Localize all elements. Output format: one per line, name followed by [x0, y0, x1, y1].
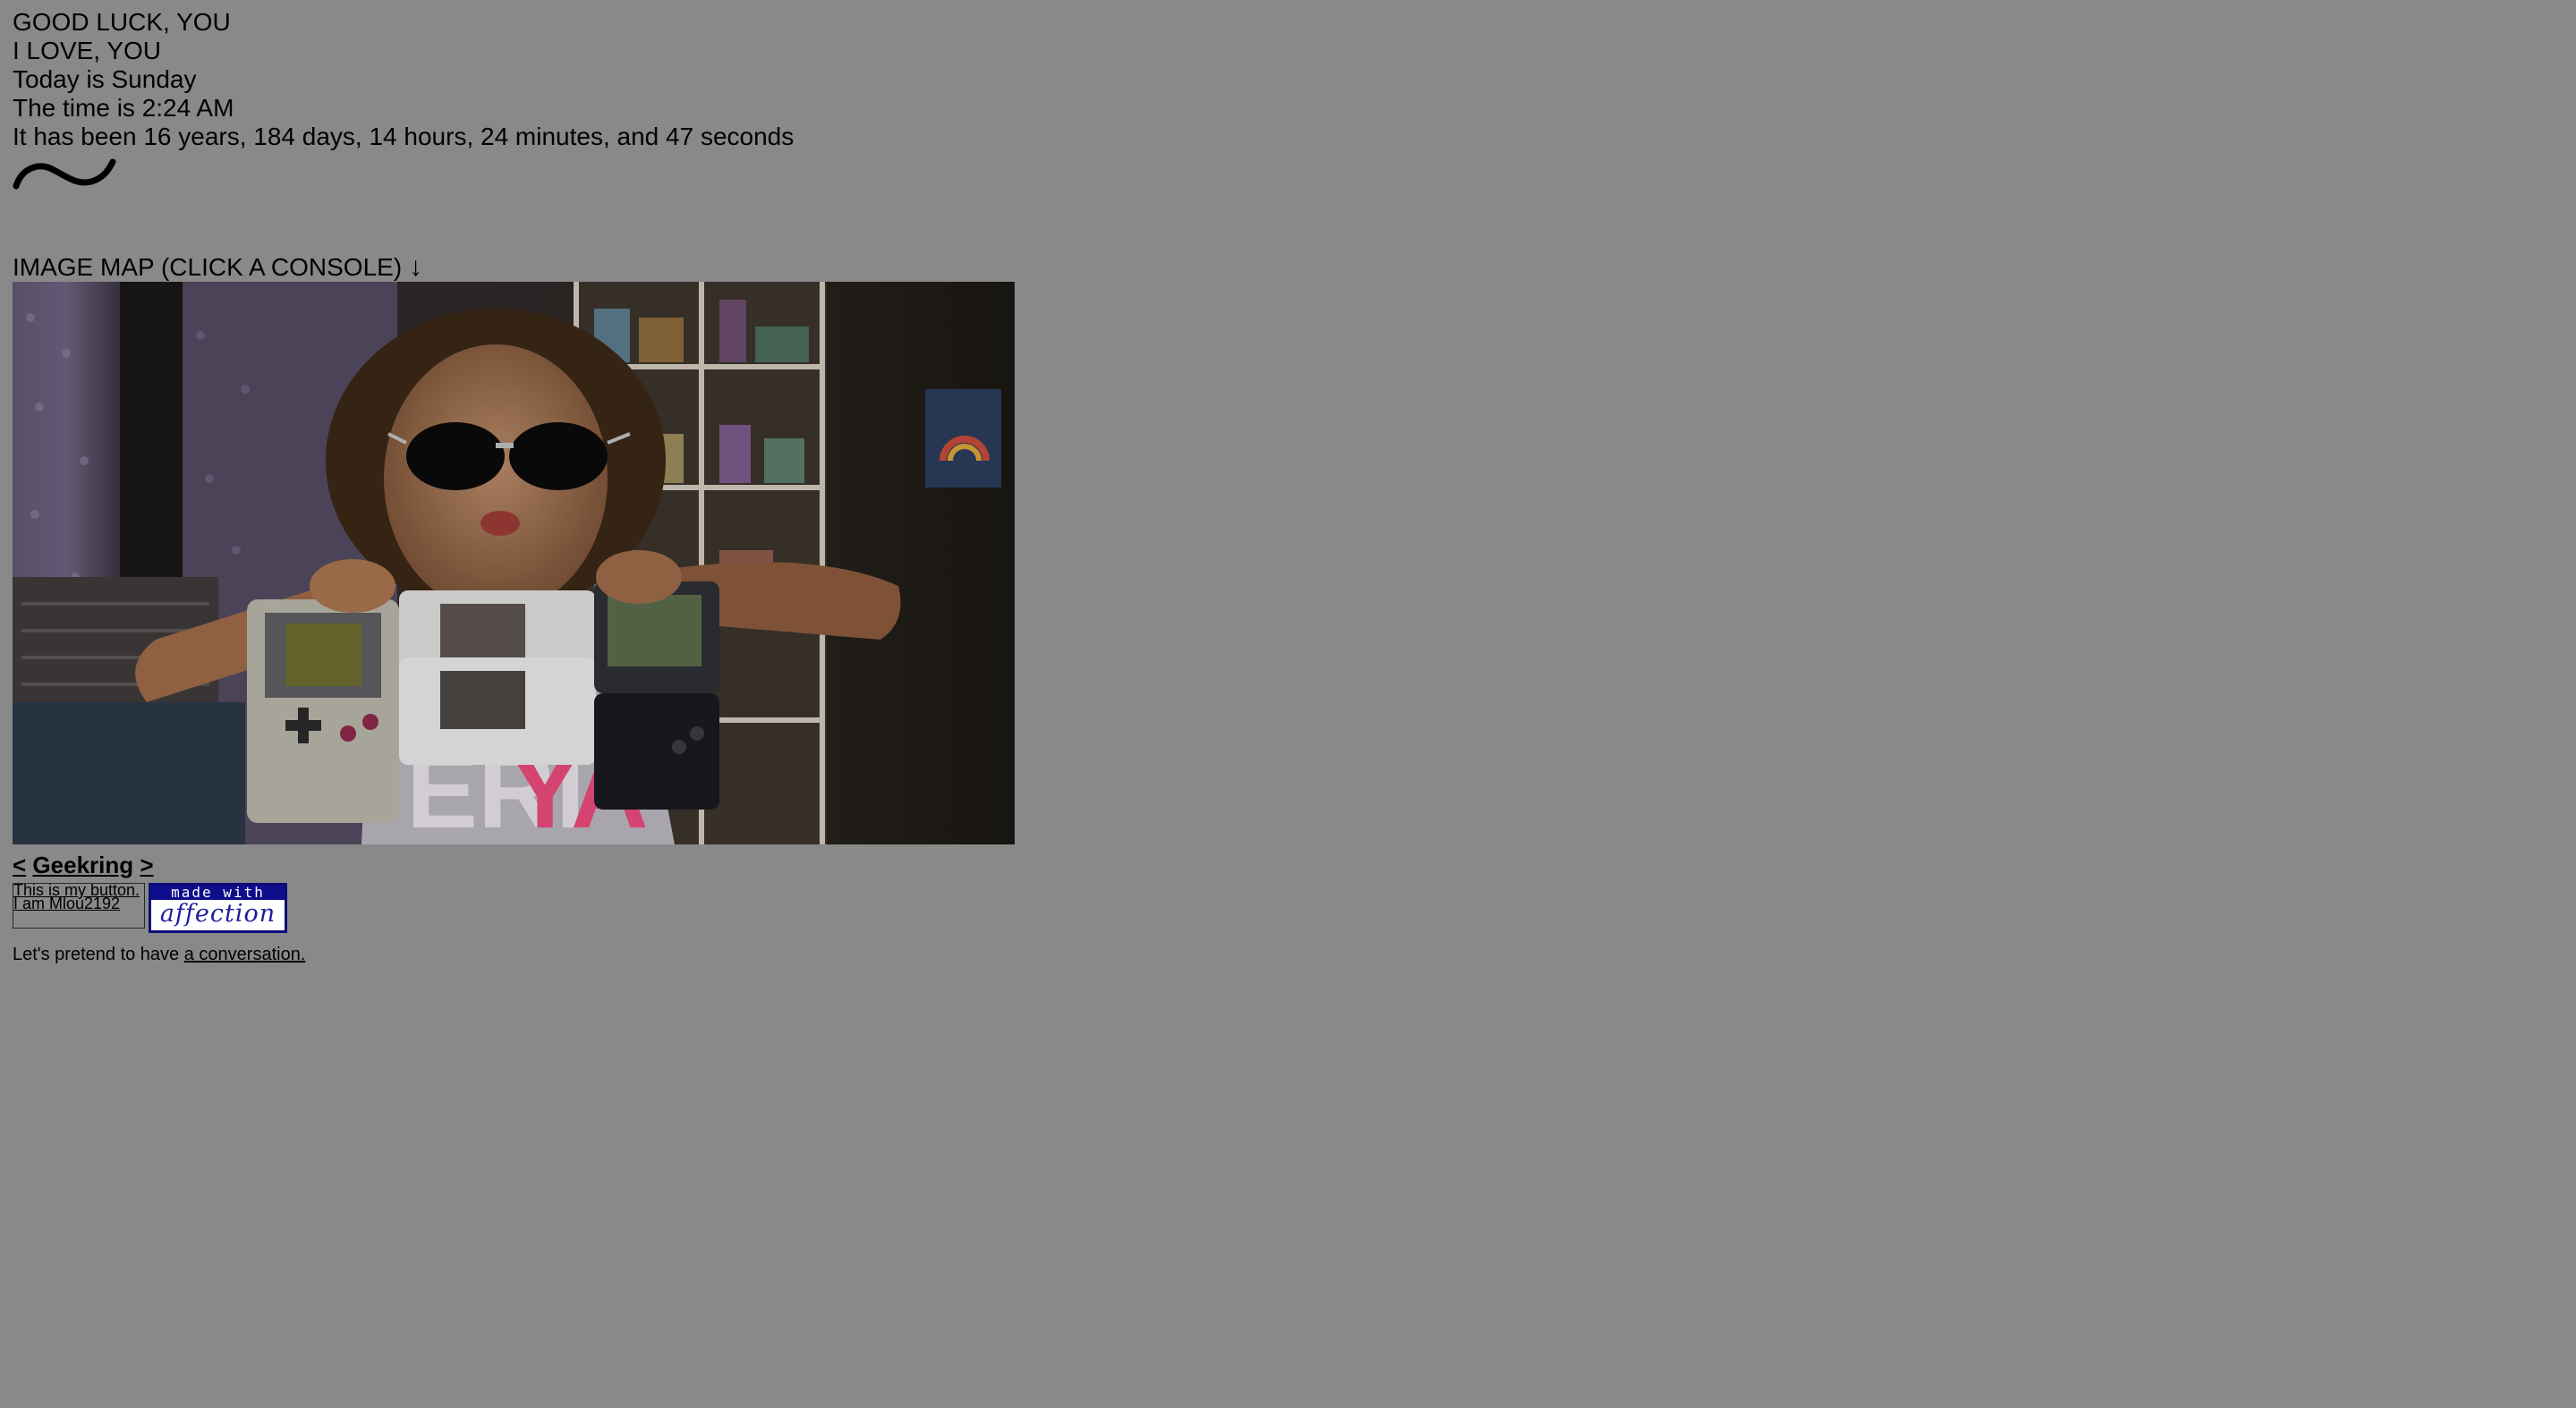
affection-label: affection [159, 900, 276, 928]
webring-prev-link[interactable]: < [13, 852, 26, 878]
image-map-heading: IMAGE MAP (CLICK A CONSOLE) ↓ [13, 254, 1015, 281]
conversation-prefix: Let's pretend to have [13, 945, 180, 964]
button-row: This is my button. I am Mlou2192 made wi… [13, 883, 1015, 933]
my-button-link[interactable]: This is my button. I am Mlou2192 [13, 883, 145, 929]
love-line: I LOVE, YOU [13, 37, 161, 64]
elapsed-line: It has been 16 years, 184 days, 14 hours… [13, 123, 795, 150]
today-line: Today is Sunday [13, 65, 197, 93]
good-luck-line: GOOD LUCK, YOU [13, 8, 231, 36]
webring-name-link[interactable]: Geekring [32, 852, 133, 878]
consoles-photo[interactable]: ERI YA [13, 282, 1015, 844]
made-with-label: made with [151, 886, 285, 900]
down-arrow-icon: ↓ [408, 252, 422, 282]
conversation-line: Let's pretend to have a conversation. [13, 944, 1015, 965]
time-line: The time is 2:24 AM [13, 94, 234, 122]
conversation-link[interactable]: a conversation. [184, 945, 306, 964]
tilde-squiggle-icon [13, 153, 1015, 194]
webring-nav: < Geekring > [13, 852, 1015, 878]
webring-next-link[interactable]: > [140, 852, 153, 878]
image-map-heading-text: IMAGE MAP (CLICK A CONSOLE) [13, 253, 403, 281]
page-content: GOOD LUCK, YOU I LOVE, YOU Today is Sund… [13, 8, 1015, 965]
made-with-affection-badge[interactable]: made with affection [149, 883, 287, 933]
